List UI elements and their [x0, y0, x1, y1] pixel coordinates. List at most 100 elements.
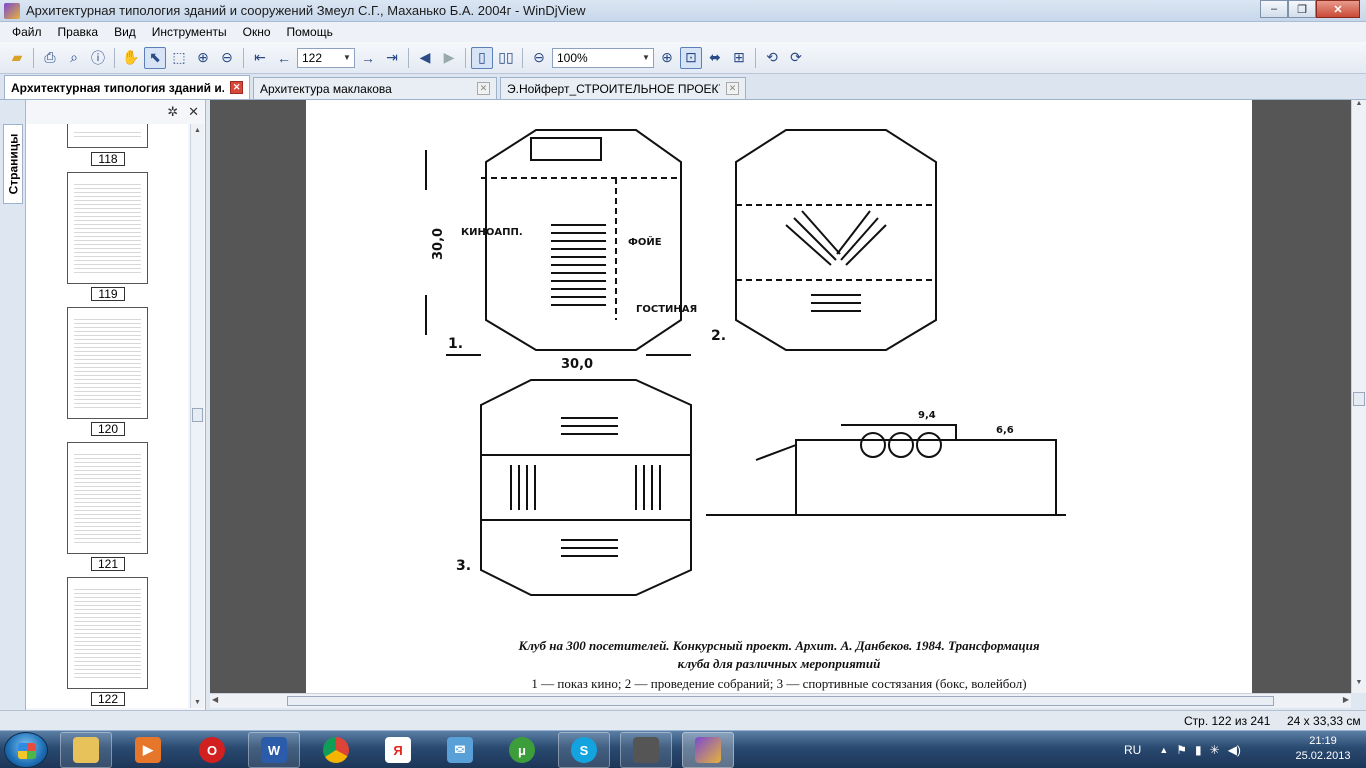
tray-expand-icon[interactable]: ▲: [1159, 745, 1168, 755]
menu-file[interactable]: Файл: [4, 25, 50, 39]
taskbar-archive[interactable]: [620, 732, 672, 768]
maximize-button[interactable]: ❐: [1288, 0, 1316, 18]
taskbar-chrome[interactable]: [310, 732, 362, 768]
forward-icon[interactable]: ▶: [438, 47, 460, 69]
thumbnail-scrollbar[interactable]: ▲ ▼: [190, 124, 204, 708]
scroll-thumb[interactable]: [1353, 392, 1365, 406]
plan-1-stage: [530, 137, 602, 161]
fit-width-icon[interactable]: ⬌: [704, 47, 726, 69]
scroll-right-icon[interactable]: ▶: [1343, 695, 1349, 704]
tab-neufert[interactable]: Э.Нойферт_СТРОИТЕЛЬНОЕ ПРОЕКТИРО... ✕: [500, 77, 746, 99]
document-view[interactable]: 1. 2. 3. 30,0 30,0 КИНОАПП. ФОЙЕ ГОСТИНА…: [210, 100, 1351, 693]
taskbar-opera[interactable]: O: [186, 732, 238, 768]
scroll-down-icon[interactable]: ▼: [1353, 679, 1365, 693]
thumbnail-list[interactable]: 118 119 120 121 122: [26, 124, 188, 708]
open-folder-icon[interactable]: ▰: [6, 47, 28, 69]
close-panel-icon[interactable]: ✕: [188, 104, 199, 120]
actual-size-icon[interactable]: ⊞: [728, 47, 750, 69]
taskbar-media-player[interactable]: ▶: [122, 732, 174, 768]
document-vertical-scrollbar[interactable]: ▲ ▼: [1351, 100, 1366, 693]
menu-window[interactable]: Окно: [235, 25, 279, 39]
last-page-icon[interactable]: ⇥: [381, 47, 403, 69]
power-icon[interactable]: ✳: [1210, 743, 1220, 757]
menu-tools[interactable]: Инструменты: [144, 25, 235, 39]
page-thumbnail[interactable]: [67, 172, 148, 284]
taskbar-utorrent[interactable]: μ: [496, 732, 548, 768]
page-thumbnail[interactable]: [67, 442, 148, 554]
dim-horizontal: 30,0: [561, 357, 593, 372]
two-pages-icon[interactable]: ▯▯: [495, 47, 517, 69]
network-flag-icon[interactable]: ⚑: [1176, 743, 1187, 757]
tab-label: Э.Нойферт_СТРОИТЕЛЬНОЕ ПРОЕКТИРО...: [507, 81, 720, 96]
settings-gear-icon[interactable]: ✲: [167, 104, 178, 120]
chevron-down-icon[interactable]: ▼: [340, 49, 354, 67]
hand-tool-icon[interactable]: ✋: [120, 47, 142, 69]
minimize-button[interactable]: –: [1260, 0, 1288, 18]
zoom-combo[interactable]: 100% ▼: [552, 47, 654, 68]
back-icon[interactable]: ◀: [414, 47, 436, 69]
page-thumbnail[interactable]: [67, 307, 148, 419]
language-indicator[interactable]: RU: [1124, 743, 1141, 757]
print-icon[interactable]: ⎙: [39, 47, 61, 69]
mail-icon: ✉: [447, 737, 473, 763]
taskbar-word[interactable]: W: [248, 732, 300, 768]
rect-select-icon[interactable]: ⬚: [168, 47, 190, 69]
panel-header: ✲ ✕: [26, 100, 205, 124]
fit-page-icon[interactable]: ⊡: [680, 46, 702, 69]
menu-help[interactable]: Помощь: [279, 25, 341, 39]
scroll-down-icon[interactable]: ▼: [191, 696, 204, 708]
taskbar-skype[interactable]: S: [558, 732, 610, 768]
scroll-left-icon[interactable]: ◀: [212, 695, 218, 704]
document-page: 1. 2. 3. 30,0 30,0 КИНОАПП. ФОЙЕ ГОСТИНА…: [306, 100, 1252, 693]
system-tray: RU ▲ ⚑ ▮ ✳ ◀): [1124, 731, 1241, 768]
close-tab-icon[interactable]: ✕: [230, 81, 243, 94]
zoom-in-tool-icon[interactable]: ⊕: [192, 47, 214, 69]
document-horizontal-scrollbar[interactable]: ◀ ▶: [210, 693, 1351, 708]
archive-icon: [633, 737, 659, 763]
rotate-right-icon[interactable]: ⟳: [785, 47, 807, 69]
taskbar-windjview[interactable]: [682, 732, 734, 768]
page-number-combo[interactable]: 122 ▼: [297, 47, 355, 68]
start-button[interactable]: [4, 732, 48, 768]
rotate-left-icon[interactable]: ⟲: [761, 47, 783, 69]
find-binoculars-icon[interactable]: ⌕: [63, 47, 85, 69]
menu-edit[interactable]: Правка: [50, 25, 107, 39]
zoom-in-icon[interactable]: ⊕: [656, 47, 678, 69]
page-number-label: 120: [91, 422, 125, 436]
pages-sidebar-tab[interactable]: Страницы: [3, 124, 23, 204]
window-title: Архитектурная типология зданий и сооруже…: [26, 3, 586, 18]
close-button[interactable]: ✕: [1316, 0, 1360, 18]
scroll-up-icon[interactable]: ▲: [1353, 100, 1365, 114]
clock-date: 25.02.2013: [1295, 750, 1351, 762]
taskbar-explorer[interactable]: [60, 732, 112, 768]
select-cursor-icon[interactable]: ⬉: [144, 46, 166, 69]
next-page-icon[interactable]: →: [357, 47, 379, 69]
info-icon[interactable]: ⓘ: [87, 47, 109, 69]
zoom-out-tool-icon[interactable]: ⊖: [216, 47, 238, 69]
chrome-icon: [323, 737, 349, 763]
tab-arch-typology[interactable]: Архитектурная типология зданий и... ✕: [4, 75, 250, 99]
plan-1-number: 1.: [448, 336, 463, 352]
menu-view[interactable]: Вид: [106, 25, 144, 39]
scroll-thumb[interactable]: [192, 408, 203, 422]
taskbar-mail[interactable]: ✉: [434, 732, 486, 768]
toolbar-separator: [522, 47, 523, 68]
taskbar-yandex[interactable]: Я: [372, 732, 424, 768]
clock[interactable]: 21:19 25.02.2013: [1290, 734, 1356, 764]
volume-icon[interactable]: ◀): [1228, 743, 1241, 757]
page-thumbnail[interactable]: [67, 124, 148, 148]
prev-page-icon[interactable]: ←: [273, 47, 295, 69]
tab-arch-maklakova[interactable]: Архитектура маклакова ✕: [253, 77, 497, 99]
first-page-icon[interactable]: ⇤: [249, 47, 271, 69]
close-tab-icon[interactable]: ✕: [477, 82, 490, 95]
scroll-up-icon[interactable]: ▲: [191, 124, 204, 136]
close-tab-icon[interactable]: ✕: [726, 82, 739, 95]
battery-icon[interactable]: ▮: [1195, 743, 1202, 757]
scroll-thumb[interactable]: [287, 696, 1274, 706]
page-thumbnail-selected[interactable]: [67, 577, 148, 689]
chevron-down-icon[interactable]: ▼: [639, 49, 653, 67]
single-page-icon[interactable]: ▯: [471, 46, 493, 69]
windows-taskbar: ▶ O W Я ✉ μ S RU ▲ ⚑ ▮ ✳ ◀) 21:19 25.02.…: [0, 730, 1366, 768]
zoom-out-icon[interactable]: ⊖: [528, 47, 550, 69]
toolbar: ▰ ⎙ ⌕ ⓘ ✋ ⬉ ⬚ ⊕ ⊖ ⇤ ← 122 ▼ → ⇥ ◀ ▶ ▯ ▯▯…: [0, 42, 1366, 74]
